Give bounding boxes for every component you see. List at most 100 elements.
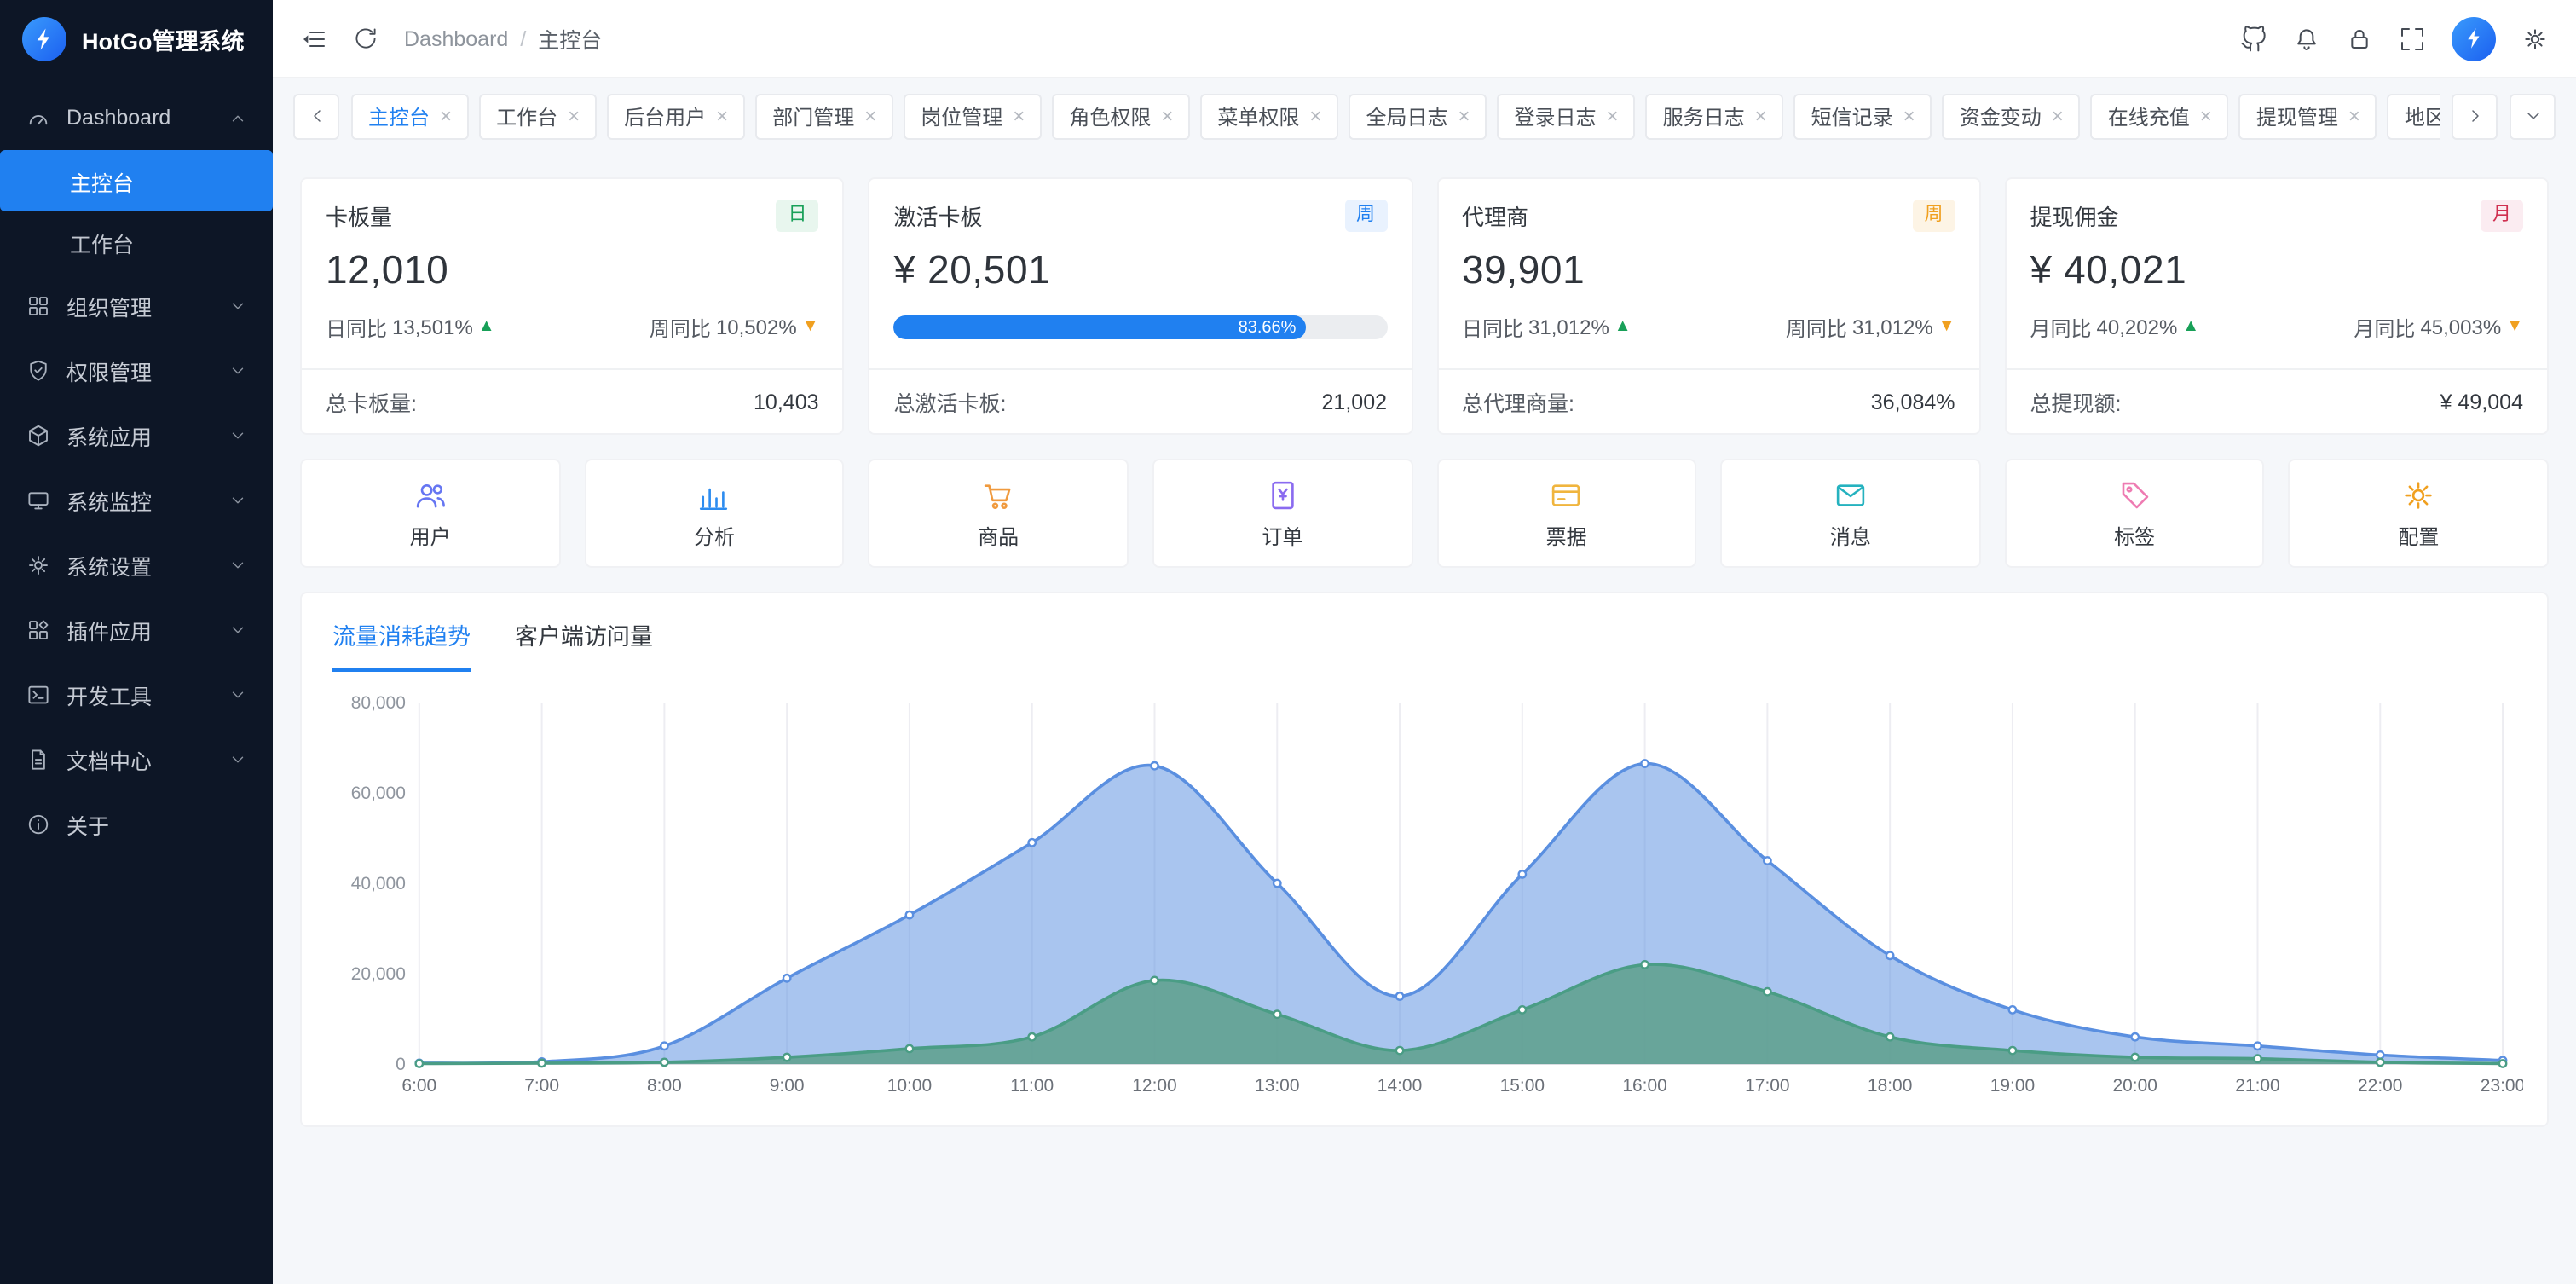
top-header: Dashboard / 主控台 [273, 0, 2576, 78]
trend-up-icon: ▲ [1614, 320, 1632, 337]
svg-text:18:00: 18:00 [1868, 1077, 1912, 1096]
sidebar-item-workbench[interactable]: 工作台 [0, 211, 273, 273]
shortcut-tickets[interactable]: 票据 [1436, 460, 1696, 569]
tab-item-9[interactable]: 服务日志× [1646, 93, 1784, 139]
svg-text:11:00: 11:00 [1010, 1077, 1054, 1096]
menu-fold-icon[interactable] [300, 25, 327, 52]
shortcut-orders[interactable]: 订单 [1152, 460, 1412, 569]
tab-item-8[interactable]: 登录日志× [1498, 93, 1636, 139]
tab-item-3[interactable]: 部门管理× [755, 93, 893, 139]
sidebar-item-plugin-apps[interactable]: 插件应用 [0, 597, 273, 662]
stat-footer-value: ¥ 49,004 [2440, 390, 2523, 414]
tab-item-10[interactable]: 短信记录× [1794, 93, 1932, 139]
sidebar-item-dashboard[interactable]: Dashboard [0, 85, 273, 150]
tab-close-icon[interactable]: × [1309, 106, 1321, 126]
shortcut-analysis[interactable]: 分析 [584, 460, 844, 569]
tab-item-0[interactable]: 主控台× [351, 93, 469, 139]
compare-value: 10,502% [716, 316, 797, 340]
tab-label: 后台用户 [624, 101, 706, 130]
tab-bar: 主控台×工作台×后台用户×部门管理×岗位管理×角色权限×菜单权限×全局日志×登录… [273, 78, 2576, 153]
chevron-up-icon [228, 108, 247, 127]
tag-icon [2117, 477, 2152, 513]
svg-text:8:00: 8:00 [647, 1077, 682, 1096]
shortcut-goods[interactable]: 商品 [869, 460, 1129, 569]
tab-close-icon[interactable]: × [1755, 106, 1767, 126]
tab-item-2[interactable]: 后台用户 × [607, 93, 745, 139]
sidebar-item-system-monitor[interactable]: 系统监控 [0, 467, 273, 532]
sidebar-item-org-management[interactable]: 组织管理 [0, 273, 273, 338]
shortcut-tags[interactable]: 标签 [2005, 460, 2265, 569]
tab-close-icon[interactable]: × [864, 106, 876, 126]
shortcut-label: 用户 [410, 522, 451, 551]
tab-close-icon[interactable]: × [1013, 106, 1025, 126]
shortcut-config[interactable]: 配置 [2289, 460, 2549, 569]
tab-close-icon[interactable]: × [2348, 106, 2360, 126]
avatar[interactable] [2452, 16, 2496, 61]
sidebar-item-permission-management[interactable]: 权限管理 [0, 338, 273, 402]
tab-label: 角色权限 [1069, 101, 1151, 130]
sidebar-item-main-console[interactable]: 主控台 [0, 150, 273, 211]
stat-footer-label: 总提现额: [2030, 386, 2122, 419]
tab-item-5[interactable]: 角色权限 × [1052, 93, 1190, 139]
tab-item-6[interactable]: 菜单权限× [1200, 93, 1338, 139]
tab-label: 在线充值 [2108, 101, 2190, 130]
info-icon [26, 811, 51, 836]
fullscreen-icon[interactable] [2399, 25, 2426, 52]
sidebar-item-doc-center[interactable]: 文档中心 [0, 726, 273, 791]
stat-footer-label: 总激活卡板: [894, 386, 1007, 419]
chevron-down-icon [228, 555, 247, 574]
tab-close-icon[interactable]: × [568, 106, 580, 126]
app-logo[interactable]: HotGo管理系统 [0, 0, 273, 78]
tab-item-1[interactable]: 工作台× [479, 93, 597, 139]
lock-icon[interactable] [2346, 25, 2373, 52]
sidebar-item-label: 组织管理 [66, 289, 152, 321]
stat-card-title: 提现佣金 [2030, 200, 2119, 232]
ticket-card-icon [1549, 477, 1585, 513]
tabs-scroll-right-button[interactable] [2452, 93, 2498, 139]
tab-close-icon[interactable]: × [440, 106, 452, 126]
sidebar-item-label: 主控台 [70, 165, 134, 197]
tab-label: 岗位管理 [921, 101, 1002, 130]
tab-item-12[interactable]: 在线充值 × [2091, 93, 2229, 139]
tab-close-icon[interactable]: × [1161, 106, 1173, 126]
bell-icon[interactable] [2293, 25, 2320, 52]
tab-close-icon[interactable]: × [1903, 106, 1915, 126]
shortcut-messages[interactable]: 消息 [1720, 460, 1980, 569]
tab-close-icon[interactable]: × [2200, 106, 2212, 126]
refresh-icon[interactable] [353, 26, 378, 51]
sidebar-item-system-settings[interactable]: 系统设置 [0, 532, 273, 597]
message-mail-icon [1833, 477, 1868, 513]
breadcrumb-root[interactable]: Dashboard [404, 26, 508, 50]
breadcrumb-separator: / [520, 26, 526, 50]
compare-value: 31,012% [1852, 316, 1933, 340]
tabs-scroll-left-button[interactable] [293, 93, 339, 139]
tab-close-icon[interactable]: × [2052, 106, 2064, 126]
tab-item-14[interactable]: 地区编码× [2388, 93, 2440, 139]
shortcut-label: 标签 [2114, 522, 2155, 551]
shortcut-users[interactable]: 用户 [300, 460, 560, 569]
breadcrumb-current[interactable]: 主控台 [538, 22, 602, 55]
sidebar-item-dev-tools[interactable]: 开发工具 [0, 662, 273, 726]
tab-item-4[interactable]: 岗位管理 × [904, 93, 1042, 139]
period-badge: 日 [777, 200, 819, 233]
svg-text:14:00: 14:00 [1378, 1077, 1422, 1096]
tab-item-11[interactable]: 资金变动× [1943, 93, 2081, 139]
trend-up-icon: ▲ [2182, 320, 2199, 337]
sidebar-item-about[interactable]: 关于 [0, 791, 273, 856]
github-icon[interactable] [2240, 25, 2267, 52]
svg-text:19:00: 19:00 [1990, 1077, 2035, 1096]
tab-item-7[interactable]: 全局日志× [1349, 93, 1487, 139]
tab-close-icon[interactable]: × [1458, 106, 1470, 126]
tab-item-13[interactable]: 提现管理× [2239, 93, 2377, 139]
period-badge: 月 [2481, 200, 2523, 233]
tab-close-icon[interactable]: × [1607, 106, 1619, 126]
stat-value: ¥ 20,501 [870, 233, 1412, 301]
tabs-dropdown-button[interactable] [2510, 93, 2556, 139]
chart-tab-client-visits[interactable]: 客户端访问量 [515, 618, 653, 673]
sidebar-item-system-apps[interactable]: 系统应用 [0, 402, 273, 467]
tab-close-icon[interactable]: × [716, 106, 728, 126]
chart-tab-traffic-trend[interactable]: 流量消耗趋势 [332, 618, 471, 673]
settings-gear-icon[interactable] [2521, 25, 2549, 52]
compare-label: 日同比 [1462, 314, 1523, 343]
compare-value: 13,501% [392, 316, 473, 340]
